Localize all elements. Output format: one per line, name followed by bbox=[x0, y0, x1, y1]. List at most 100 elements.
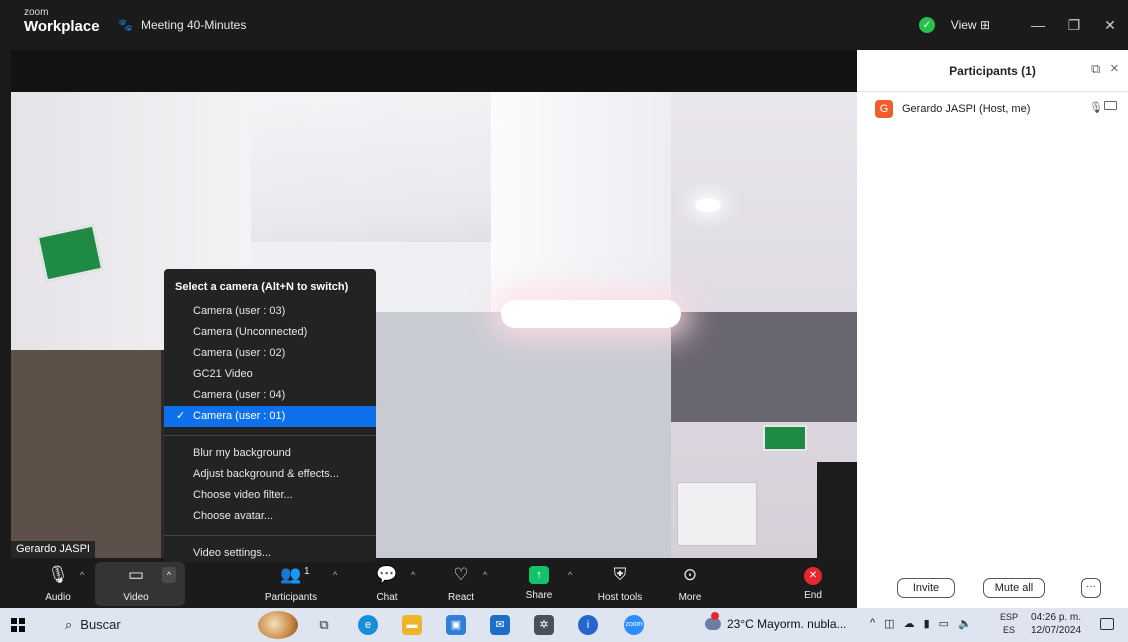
audio-label: Audio bbox=[45, 592, 71, 603]
react-label: React bbox=[447, 592, 475, 603]
usb-icon[interactable]: ▮ bbox=[924, 617, 930, 630]
video-camera-icon: ▭ bbox=[127, 565, 145, 584]
weather-text: 23°C Mayorm. nubla... bbox=[727, 617, 847, 631]
clock[interactable]: 04:26 p. m. 12/07/2024 bbox=[1031, 611, 1081, 637]
blur-background-option[interactable]: Blur my background bbox=[164, 443, 376, 464]
microphone-icon[interactable]: 🎙 bbox=[1089, 101, 1103, 114]
react-caret-icon[interactable]: ^ bbox=[483, 570, 487, 580]
file-explorer-icon[interactable]: ▬ bbox=[402, 615, 422, 635]
participants-caret-icon[interactable]: ^ bbox=[333, 570, 337, 580]
end-button[interactable]: ✕ End bbox=[798, 558, 828, 608]
camera-option-label: Camera (Unconnected) bbox=[193, 326, 308, 338]
app-icon[interactable]: ✲ bbox=[534, 615, 554, 635]
view-button[interactable]: View ⊞ bbox=[951, 18, 990, 32]
camera-option[interactable]: Camera (user : 02) bbox=[164, 343, 376, 364]
onedrive-icon[interactable]: ☁ bbox=[904, 617, 915, 630]
participant-row[interactable]: G Gerardo JASPI (Host, me) 🎙 bbox=[875, 97, 1125, 121]
mute-all-button[interactable]: Mute all bbox=[983, 578, 1045, 598]
host-tools-label: Host tools bbox=[597, 592, 643, 603]
participant-name: Gerardo JASPI (Host, me) bbox=[902, 103, 1031, 115]
mail-icon[interactable]: ✉ bbox=[490, 615, 510, 635]
store-icon[interactable]: ▣ bbox=[446, 615, 466, 635]
shield-icon[interactable]: ✓ bbox=[918, 17, 935, 33]
chevron-up-icon[interactable]: ^ bbox=[870, 617, 875, 630]
adjust-background-option[interactable]: Adjust background & effects... bbox=[164, 464, 376, 485]
video-exit-sign-2 bbox=[763, 425, 807, 451]
teams-icon[interactable]: ◫ bbox=[884, 617, 894, 630]
language-indicator[interactable]: ESP ES bbox=[1000, 611, 1018, 637]
zoom-logo: zoom Workplace bbox=[24, 8, 100, 35]
info-icon[interactable]: i bbox=[578, 615, 598, 635]
camera-menu-header: Select a camera (Alt+N to switch) bbox=[175, 281, 349, 293]
zoom-app-icon[interactable]: zoom bbox=[624, 615, 644, 635]
invite-button[interactable]: Invite bbox=[897, 578, 955, 598]
view-label: View bbox=[950, 18, 977, 32]
share-label: Share bbox=[525, 590, 553, 601]
search-icon: ⌕ bbox=[65, 617, 73, 632]
audio-caret-icon[interactable]: ^ bbox=[80, 570, 84, 580]
window-controls: ✓ View ⊞ — ❐ ✕ bbox=[918, 0, 1128, 50]
microphone-icon: 🎙 bbox=[47, 565, 69, 584]
more-button[interactable]: ⊙ More bbox=[672, 558, 708, 608]
video-whiteboard bbox=[677, 482, 757, 546]
windows-start-icon[interactable] bbox=[11, 618, 25, 632]
camera-option[interactable]: Camera (user : 04) bbox=[164, 385, 376, 406]
participants-icon: 👥 bbox=[280, 565, 302, 584]
popout-icon[interactable]: ⧉ bbox=[1091, 61, 1100, 77]
close-icon[interactable]: × bbox=[1110, 60, 1119, 77]
participants-title: Participants (1) bbox=[949, 64, 1036, 78]
keyboard-layout: ES bbox=[1003, 625, 1016, 635]
edge-browser-icon[interactable]: e bbox=[358, 615, 378, 635]
menu-divider bbox=[164, 535, 376, 536]
camera-option[interactable]: Camera (Unconnected) bbox=[164, 322, 376, 343]
video-letterbox bbox=[11, 50, 857, 92]
participants-button[interactable]: 👥 Participants bbox=[258, 558, 324, 608]
video-button[interactable]: ▭ Video bbox=[118, 558, 154, 608]
chat-caret-icon[interactable]: ^ bbox=[411, 570, 415, 580]
network-icon[interactable]: ▭ bbox=[939, 617, 949, 630]
camera-option-label: Camera (user : 04) bbox=[193, 389, 286, 401]
participants-footer: Invite Mute all ··· bbox=[857, 558, 1128, 608]
camera-icon[interactable] bbox=[1104, 101, 1117, 110]
video-filter-option[interactable]: Choose video filter... bbox=[164, 485, 376, 506]
more-options-button[interactable]: ··· bbox=[1081, 578, 1101, 598]
camera-option[interactable]: GC21 Video bbox=[164, 364, 376, 385]
taskbar-search[interactable]: ⌕ Buscar bbox=[65, 617, 121, 633]
camera-option-label: Camera (user : 03) bbox=[193, 305, 286, 317]
share-caret-icon[interactable]: ^ bbox=[568, 570, 572, 580]
camera-menu: Select a camera (Alt+N to switch) Camera… bbox=[164, 269, 376, 562]
video-ceiling-light bbox=[501, 300, 681, 328]
camera-option-selected[interactable]: ✓ Camera (user : 01) bbox=[164, 406, 376, 427]
meeting-info[interactable]: 🐾 Meeting 40-Minutes bbox=[118, 18, 246, 32]
clock-date: 12/07/2024 bbox=[1031, 625, 1082, 636]
participant-name-tag: Gerardo JASPI bbox=[11, 541, 95, 558]
weather-widget[interactable]: 23°C Mayorm. nubla... bbox=[705, 612, 847, 631]
video-cubicle bbox=[371, 312, 671, 558]
participants-count: 1 bbox=[304, 566, 310, 577]
react-button[interactable]: ♡ React bbox=[444, 558, 478, 608]
chat-button[interactable]: 💬 Chat bbox=[372, 558, 402, 608]
audio-button[interactable]: 🎙 Audio bbox=[40, 558, 76, 608]
volume-icon[interactable]: 🔈 bbox=[958, 617, 972, 630]
avatar: G bbox=[875, 100, 893, 118]
notification-icon[interactable] bbox=[1100, 618, 1114, 630]
choose-avatar-option[interactable]: Choose avatar... bbox=[164, 506, 376, 527]
video-settings-option[interactable]: Video settings... bbox=[164, 543, 376, 564]
grid-icon: ⊞ bbox=[979, 18, 990, 32]
video-shelf bbox=[671, 312, 857, 422]
end-x-icon: ✕ bbox=[804, 567, 822, 585]
minimize-button[interactable]: — bbox=[1020, 17, 1056, 33]
restore-button[interactable]: ❐ bbox=[1056, 17, 1092, 34]
search-highlight-icon[interactable] bbox=[258, 611, 298, 639]
more-dots-icon: ⊙ bbox=[682, 565, 698, 584]
video-caret-icon[interactable]: ^ bbox=[162, 567, 176, 583]
host-tools-button[interactable]: ⛨ Host tools bbox=[590, 558, 650, 608]
system-tray: ^ ◫ ☁ ▮ ▭ 🔈 bbox=[870, 617, 972, 630]
camera-option[interactable]: Camera (user : 03) bbox=[164, 301, 376, 322]
meeting-icon: 🐾 bbox=[118, 18, 133, 32]
participants-panel: Participants (1) ⧉ × G Gerardo JASPI (Ho… bbox=[857, 50, 1128, 558]
video-feed[interactable] bbox=[11, 50, 857, 558]
task-view-icon[interactable]: ⧉ bbox=[314, 615, 334, 635]
share-button[interactable]: ↑ Share bbox=[522, 558, 556, 608]
close-button[interactable]: ✕ bbox=[1092, 17, 1128, 34]
